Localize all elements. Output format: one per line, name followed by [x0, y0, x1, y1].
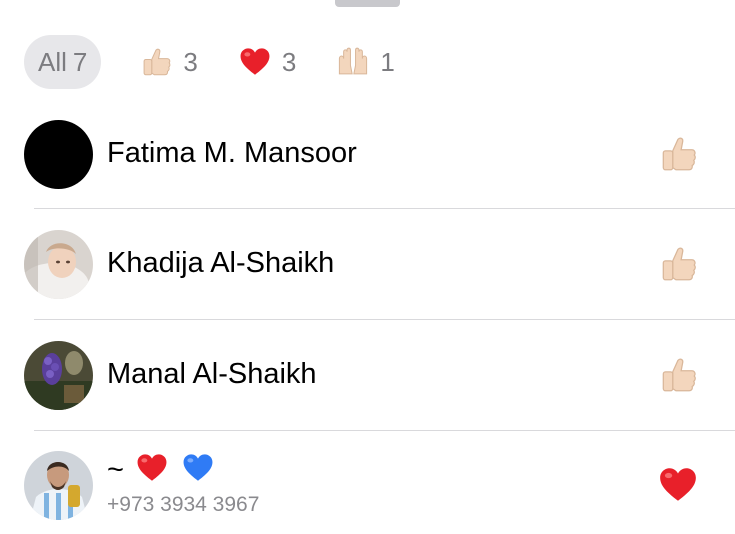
avatar [24, 120, 93, 189]
reactor-name: ~ [107, 451, 216, 487]
thumbs-up-icon [662, 247, 696, 281]
tab-raised-hands[interactable]: 1 [336, 35, 395, 89]
red-heart-icon [660, 468, 696, 501]
avatar [24, 341, 93, 410]
blue-heart-icon [183, 454, 213, 481]
thumbs-up-icon [143, 48, 171, 76]
list-item[interactable]: ~ +973 3934 3967 [0, 431, 735, 534]
reactions-sheet: All 7 3 3 1 Fatima M. Mansoor Khadija Al… [0, 0, 735, 534]
thumbs-up-icon [662, 358, 696, 392]
tab-thumbs-up-count: 3 [183, 46, 198, 77]
list-item[interactable]: Fatima M. Mansoor [0, 99, 735, 210]
tab-raised-hands-count: 1 [380, 46, 395, 77]
tab-heart-count: 3 [281, 46, 297, 77]
tab-all-label: All [38, 46, 67, 77]
sheet-grabber[interactable] [335, 0, 400, 7]
thumbs-up-icon [662, 137, 696, 171]
reactor-name: Fatima M. Mansoor [107, 137, 357, 169]
tab-heart[interactable]: 3 [238, 35, 296, 89]
avatar [24, 451, 93, 520]
red-heart-icon [137, 454, 167, 481]
reaction-filter-tabs: All 7 3 3 1 [24, 35, 435, 89]
tab-all-count: 7 [72, 46, 88, 77]
reactor-name: Manal Al-Shaikh [107, 358, 317, 390]
red-heart-icon [240, 48, 270, 75]
avatar [24, 230, 93, 299]
tab-thumbs-up[interactable]: 3 [139, 35, 198, 89]
list-item[interactable]: Manal Al-Shaikh [0, 320, 735, 431]
reactor-name-text: ~ [107, 454, 124, 486]
reactor-phone: +973 3934 3967 [107, 493, 260, 516]
reactor-name: Khadija Al-Shaikh [107, 247, 335, 279]
raised-hands-icon [339, 47, 368, 75]
list-item[interactable]: Khadija Al-Shaikh [0, 209, 735, 320]
tab-all[interactable]: All 7 [24, 35, 102, 89]
